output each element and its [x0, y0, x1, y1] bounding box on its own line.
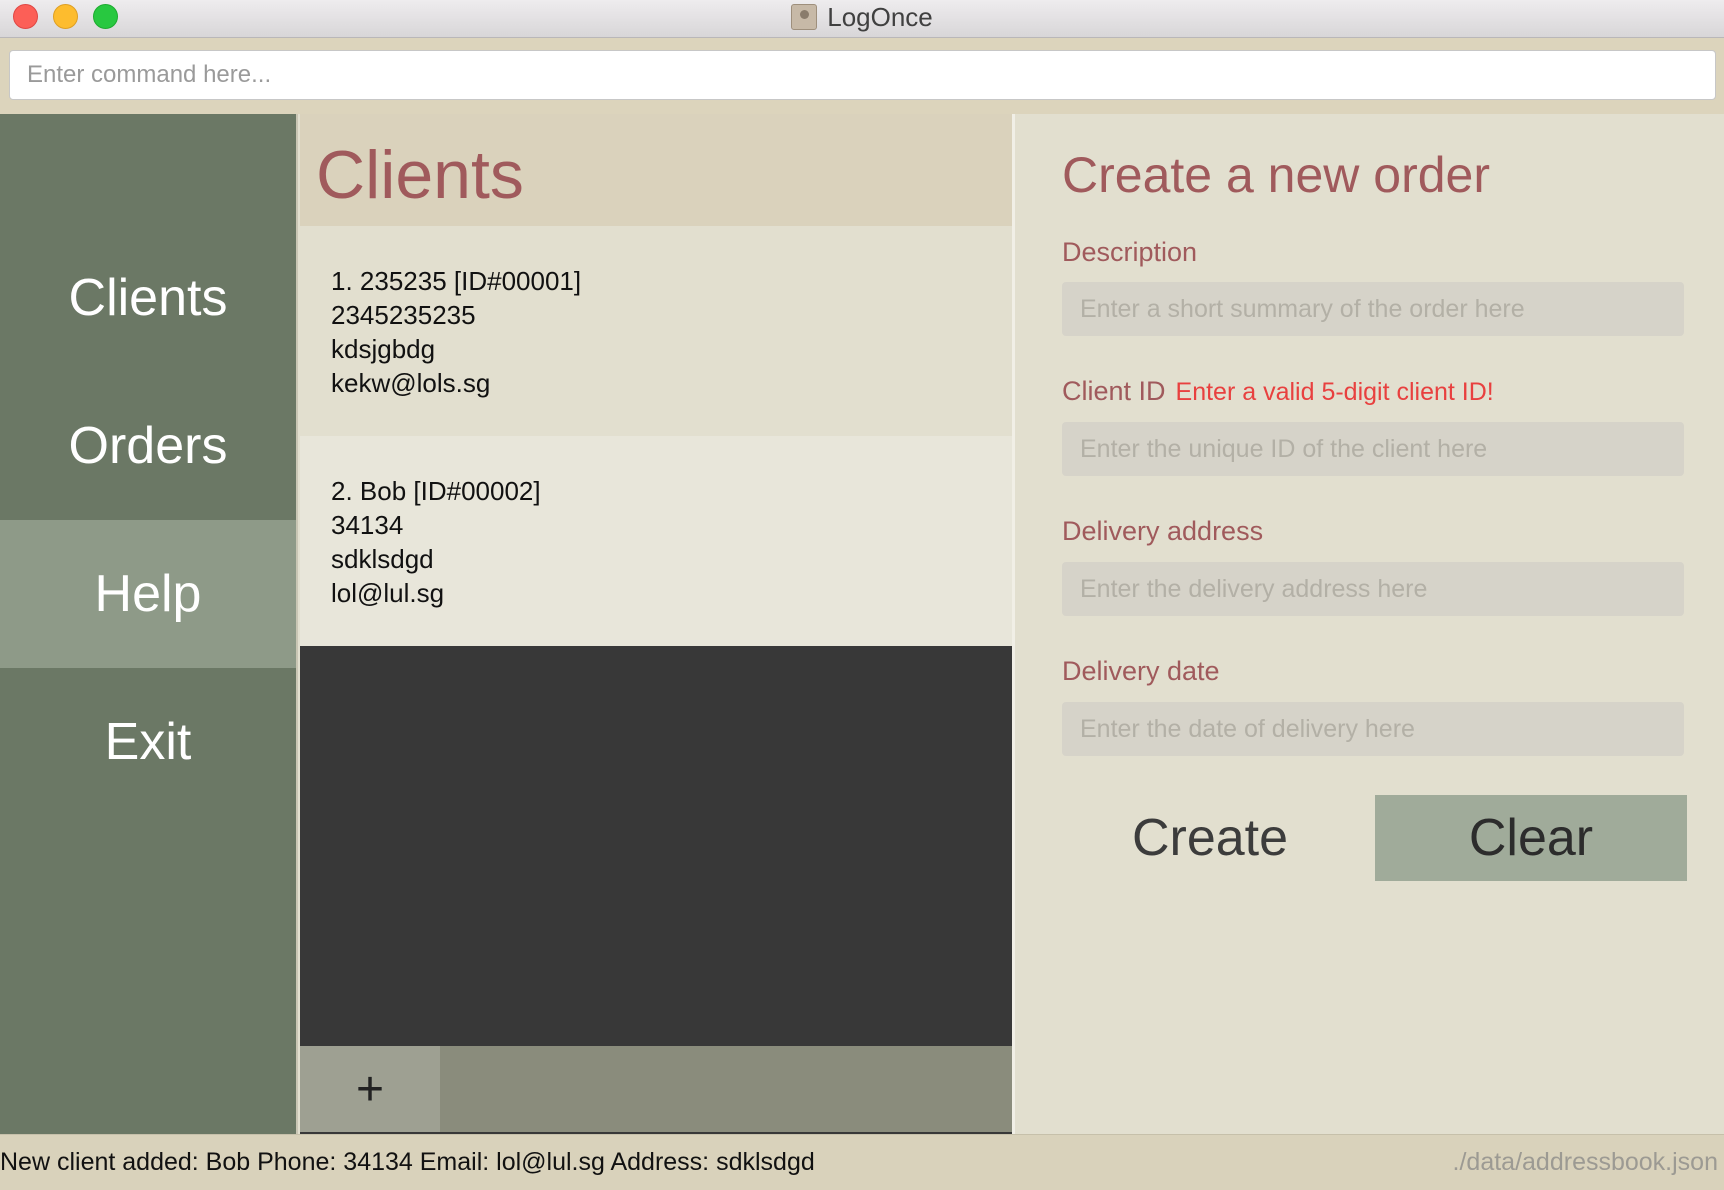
address-book-icon: [791, 4, 818, 30]
status-bar: New client added: Bob Phone: 34134 Email…: [0, 1134, 1724, 1190]
command-bar: [0, 38, 1724, 114]
delivery-address-label: Delivery address: [1062, 516, 1264, 546]
sidebar-item-exit[interactable]: Exit: [0, 668, 296, 816]
plus-icon: +: [355, 1062, 385, 1116]
delivery-date-field[interactable]: [1062, 702, 1684, 756]
sidebar-item-label: Exit: [104, 713, 192, 771]
client-id-field[interactable]: [1062, 422, 1684, 476]
description-field[interactable]: [1062, 282, 1684, 336]
clients-toolbar: +: [300, 1046, 1012, 1132]
client-email: kekw@lols.sg: [331, 368, 491, 398]
client-id-error: Enter a valid 5-digit client ID!: [1175, 378, 1494, 406]
create-button-label: Create: [1131, 809, 1289, 867]
order-form-panel: Create a new order Description Client ID…: [1012, 114, 1724, 1134]
window-title: LogOnce: [827, 1, 933, 32]
sidebar-item-orders[interactable]: Orders: [0, 372, 296, 520]
add-client-button[interactable]: +: [300, 1046, 440, 1132]
window-title-group: LogOnce: [0, 0, 1724, 34]
storage-path: ./data/addressbook.json: [1452, 1148, 1718, 1176]
client-phone: 34134: [331, 510, 404, 540]
client-phone: 2345235235: [331, 300, 476, 330]
sidebar-item-label: Clients: [68, 269, 228, 327]
sidebar: Clients Orders Help Exit: [0, 114, 298, 1134]
client-email: lol@lul.sg: [331, 578, 445, 608]
sidebar-item-clients[interactable]: Clients: [0, 224, 296, 372]
list-item[interactable]: 1. 235235 [ID#00001] 2345235235 kdsjgbdg…: [300, 226, 1012, 436]
client-address: kdsjgbdg: [331, 334, 436, 364]
client-name: 2. Bob [ID#00002]: [331, 476, 541, 506]
page-title: Clients: [316, 137, 524, 213]
delivery-date-label: Delivery date: [1062, 656, 1220, 686]
list-item[interactable]: 2. Bob [ID#00002] 34134 sdklsdgd lol@lul…: [300, 436, 1012, 646]
client-name: 1. 235235 [ID#00001]: [331, 266, 582, 296]
clear-button-label: Clear: [1468, 809, 1594, 867]
title-bar: LogOnce: [0, 0, 1724, 38]
create-button[interactable]: Create: [1062, 795, 1358, 881]
client-id-label-row: Client ID Enter a valid 5-digit client ID…: [1062, 376, 1494, 407]
clients-panel: Clients 1. 235235 [ID#00001] 2345235235 …: [300, 114, 1012, 1134]
description-label: Description: [1062, 237, 1198, 267]
status-message: New client added: Bob Phone: 34134 Email…: [0, 1148, 815, 1176]
client-address: sdklsdgd: [331, 544, 434, 574]
clients-header: Clients: [300, 114, 1012, 226]
sidebar-item-label: Orders: [68, 417, 228, 475]
sidebar-item-label: Help: [94, 565, 202, 623]
sidebar-item-help[interactable]: Help: [0, 520, 296, 668]
clear-button[interactable]: Clear: [1375, 795, 1687, 881]
client-id-label: Client ID: [1062, 376, 1166, 406]
command-input[interactable]: [9, 50, 1716, 100]
delivery-address-field[interactable]: [1062, 562, 1684, 616]
order-form-title: Create a new order: [1062, 147, 1491, 203]
